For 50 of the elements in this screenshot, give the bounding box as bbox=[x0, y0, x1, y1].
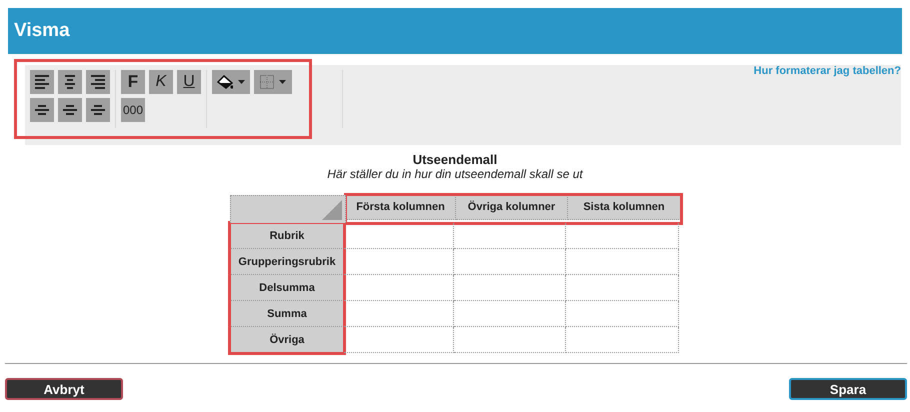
align-center-icon bbox=[63, 75, 77, 89]
align-button[interactable] bbox=[86, 70, 110, 94]
window-title: Visma bbox=[14, 20, 70, 42]
table-cell[interactable] bbox=[566, 249, 679, 275]
fill-color-button[interactable] bbox=[212, 70, 250, 94]
table-cell[interactable] bbox=[344, 223, 454, 249]
align-left-icon bbox=[35, 75, 49, 89]
bold-button[interactable]: F bbox=[121, 70, 145, 94]
section-title: Utseendemall bbox=[412, 152, 498, 167]
table-cell[interactable] bbox=[566, 327, 679, 353]
align-button[interactable] bbox=[30, 98, 54, 122]
align-button[interactable] bbox=[58, 98, 82, 122]
table-cell[interactable] bbox=[344, 249, 454, 275]
row-header[interactable]: Delsumma bbox=[230, 275, 344, 301]
table-cell[interactable] bbox=[344, 275, 454, 301]
table-cell[interactable] bbox=[566, 301, 679, 327]
italic-button[interactable]: K bbox=[149, 70, 173, 94]
save-button[interactable]: Spara bbox=[789, 378, 907, 400]
column-header[interactable]: Sista kolumnen bbox=[568, 195, 681, 220]
table-cell[interactable] bbox=[566, 223, 679, 249]
caret-icon bbox=[279, 80, 286, 84]
row-header[interactable]: Rubrik bbox=[230, 223, 344, 249]
align-right-icon bbox=[91, 75, 105, 89]
table-cell[interactable] bbox=[454, 275, 566, 301]
caret-icon bbox=[238, 80, 245, 84]
number-button[interactable]: 000 bbox=[121, 98, 145, 122]
section-subtitle: Här ställer du in hur din utseendemall skall se ut bbox=[326, 167, 584, 181]
align-top-icon bbox=[35, 105, 49, 115]
align-button[interactable] bbox=[58, 70, 82, 94]
align-button[interactable] bbox=[30, 70, 54, 94]
align-bottom-icon bbox=[91, 105, 105, 115]
triangle-icon bbox=[322, 200, 342, 220]
paint-bucket-icon bbox=[217, 74, 233, 90]
column-header[interactable]: Övriga kolumner bbox=[456, 195, 568, 220]
table-cell[interactable] bbox=[344, 327, 454, 353]
row-header[interactable]: Övriga bbox=[230, 327, 344, 353]
row-header[interactable]: Grupperingsrubrik bbox=[230, 249, 344, 275]
align-middle-icon bbox=[63, 105, 77, 115]
row-header[interactable]: Summa bbox=[230, 301, 344, 327]
borders-icon bbox=[260, 75, 274, 89]
column-header[interactable]: Första kolumnen bbox=[346, 195, 456, 220]
table-cell[interactable] bbox=[454, 327, 566, 353]
table-cell[interactable] bbox=[454, 249, 566, 275]
align-button[interactable] bbox=[86, 98, 110, 122]
table-cell[interactable] bbox=[454, 223, 566, 249]
table-cell[interactable] bbox=[454, 301, 566, 327]
table-cell[interactable] bbox=[344, 301, 454, 327]
underline-button[interactable]: U bbox=[177, 70, 201, 94]
cancel-button[interactable]: Avbryt bbox=[5, 378, 123, 400]
table-cell[interactable] bbox=[566, 275, 679, 301]
